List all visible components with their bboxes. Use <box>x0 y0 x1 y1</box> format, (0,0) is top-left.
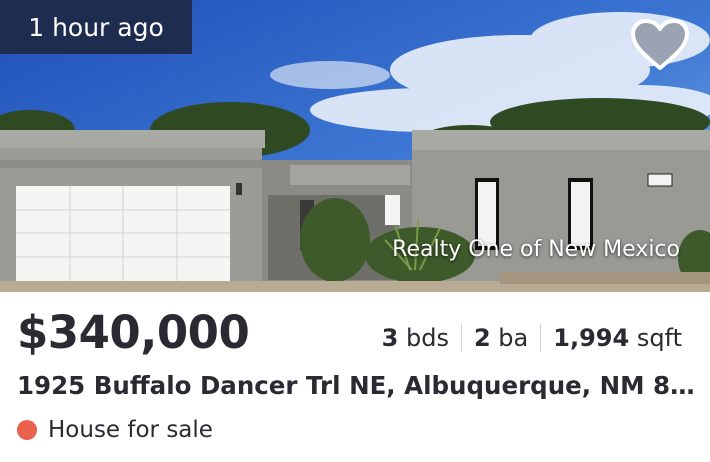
listing-facts: 3 bds 2 ba 1,994 sqft <box>382 324 682 352</box>
beds-unit: bds <box>405 324 449 352</box>
sqft-value: 1,994 <box>553 324 630 352</box>
baths-value: 2 <box>473 324 491 352</box>
baths-fact: 2 ba <box>474 324 528 352</box>
baths-unit: ba <box>498 324 529 352</box>
listing-card[interactable]: 1 hour ago Realty One of New Mexico $340… <box>0 0 710 462</box>
listing-price: $340,000 <box>17 306 250 359</box>
status-label: House for sale <box>48 417 213 443</box>
time-posted-badge: 1 hour ago <box>0 0 192 54</box>
beds-fact: 3 bds <box>382 324 449 352</box>
sqft-fact: 1,994 sqft <box>553 324 682 352</box>
sqft-unit: sqft <box>636 324 682 352</box>
heart-icon <box>631 19 689 70</box>
listing-status: House for sale <box>17 417 213 443</box>
listing-address[interactable]: 1925 Buffalo Dancer Trl NE, Albuquerque,… <box>17 371 697 400</box>
beds-value: 3 <box>381 324 399 352</box>
status-dot-icon <box>17 420 37 440</box>
listing-photo[interactable]: 1 hour ago Realty One of New Mexico <box>0 0 710 292</box>
save-favorite-button[interactable] <box>628 18 692 72</box>
divider <box>540 324 542 352</box>
divider <box>460 324 462 352</box>
brokerage-name: Realty One of New Mexico <box>392 237 680 262</box>
